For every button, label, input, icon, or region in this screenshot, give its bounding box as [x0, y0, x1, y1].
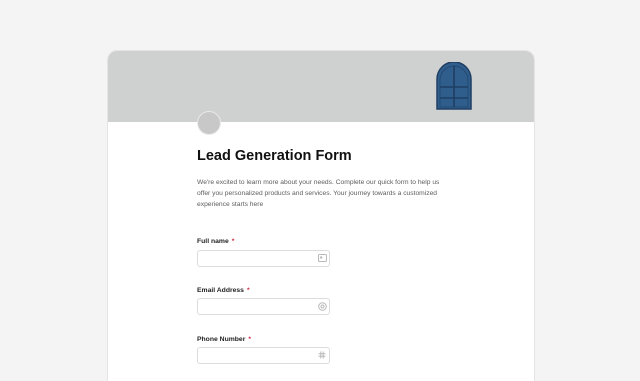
- header-banner: [108, 51, 534, 122]
- contact-card-icon: [317, 254, 327, 264]
- form-title: Lead Generation Form: [197, 148, 352, 164]
- form-card: Lead Generation Form We're excited to le…: [107, 50, 535, 381]
- email-input[interactable]: [197, 298, 330, 315]
- required-asterisk: *: [246, 287, 250, 294]
- hash-icon: [317, 351, 327, 361]
- email-label: Email Address *: [197, 287, 250, 294]
- form-description: We're excited to learn more about your n…: [197, 179, 440, 208]
- at-sign-icon: [317, 302, 327, 312]
- required-asterisk: *: [248, 336, 251, 343]
- email-label-text: Email Address: [197, 287, 244, 294]
- phone-label-text: Phone Number: [197, 336, 246, 343]
- required-asterisk: *: [231, 238, 235, 245]
- full-name-label-text: Full name: [197, 238, 229, 245]
- avatar: [197, 111, 221, 135]
- full-name-label: Full name *: [197, 238, 234, 245]
- arched-window-icon: [436, 62, 472, 110]
- full-name-input[interactable]: [197, 250, 330, 267]
- phone-label: Phone Number *: [197, 336, 251, 343]
- phone-input[interactable]: [197, 347, 330, 364]
